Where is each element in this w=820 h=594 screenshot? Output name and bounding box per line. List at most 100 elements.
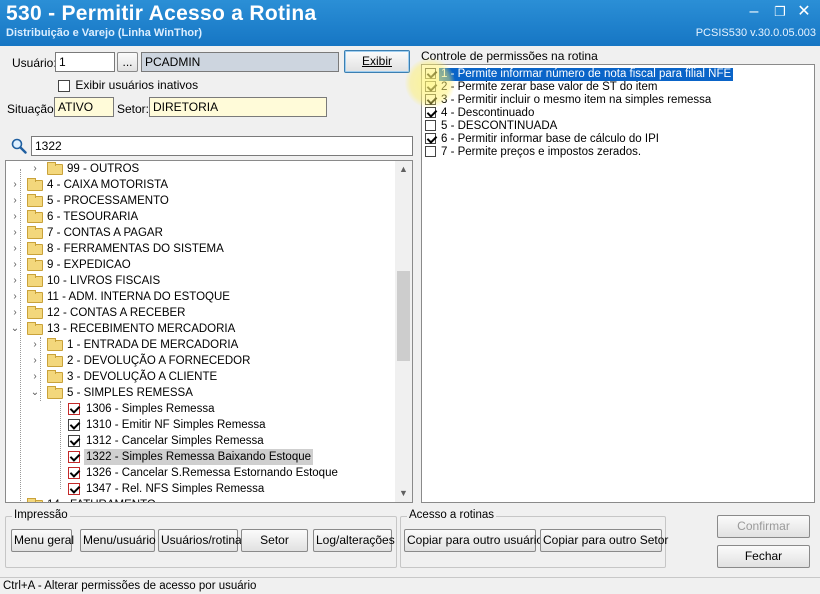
tree-routine[interactable]: 1310 - Emitir NF Simples Remessa (6, 417, 394, 433)
tree-routine[interactable]: 1312 - Cancelar Simples Remessa (6, 433, 394, 449)
permission-item[interactable]: 3 - Permitir incluir o mesmo item na sim… (424, 94, 812, 107)
folder-icon (27, 194, 43, 207)
search-input[interactable]: 1322 (31, 136, 413, 156)
copy-to-sector-button[interactable]: Copiar para outro Setor (540, 529, 668, 552)
window-title: 530 - Permitir Acesso a Rotina (6, 2, 317, 25)
routine-checkbox[interactable] (68, 483, 80, 495)
folder-icon (27, 290, 43, 303)
folder-icon (27, 274, 43, 287)
user-code-input[interactable]: 1 (55, 52, 115, 72)
folder-icon (27, 178, 43, 191)
permission-item[interactable]: 6 - Permitir informar base de cálculo do… (424, 133, 812, 146)
expand-icon[interactable]: › (10, 305, 20, 321)
expand-icon[interactable]: › (10, 193, 20, 209)
close-button[interactable]: Fechar (717, 545, 810, 568)
tree-routine[interactable]: 1322 - Simples Remessa Baixando Estoque (6, 449, 394, 465)
tree-folder[interactable]: › 4 - CAIXA MOTORISTA (6, 177, 394, 193)
permission-checkbox[interactable] (425, 146, 436, 157)
inactive-users-checkbox[interactable] (58, 79, 70, 92)
permission-item[interactable]: 7 - Permite preços e impostos zerados. (424, 146, 812, 159)
routine-checkbox[interactable] (68, 467, 80, 479)
tree-folder[interactable]: › 5 - PROCESSAMENTO (6, 193, 394, 209)
user-lookup-button[interactable]: ... (117, 52, 138, 72)
expand-icon[interactable]: › (30, 161, 40, 177)
tree-folder[interactable]: › 8 - FERRAMENTAS DO SISTEMA (6, 241, 394, 257)
expand-icon[interactable]: › (10, 497, 20, 502)
tree-folder[interactable]: › 9 - EXPEDICAO (6, 257, 394, 273)
restore-icon[interactable]: ❐ (768, 2, 792, 22)
status-bar: Ctrl+A - Alterar permissões de acesso po… (0, 577, 820, 594)
tree-guide-line (40, 337, 41, 401)
confirm-button[interactable]: Confirmar (717, 515, 810, 538)
inactive-users-toggle[interactable]: Exibir usuários inativos (58, 78, 198, 92)
expand-icon[interactable]: › (10, 177, 20, 193)
permission-label: 6 - Permitir informar base de cálculo do… (441, 133, 659, 145)
tree-routine[interactable]: 1326 - Cancelar S.Remessa Estornando Est… (6, 465, 394, 481)
routine-checkbox[interactable] (68, 435, 80, 447)
tree-folder[interactable]: › 3 - DEVOLUÇÃO A CLIENTE (6, 369, 394, 385)
expand-icon[interactable]: › (10, 209, 20, 225)
tree-folder[interactable]: › 99 - OUTROS (6, 161, 394, 177)
tree-scrollbar[interactable]: ▲ ▼ (395, 161, 412, 502)
permission-checkbox[interactable] (425, 107, 436, 118)
tree-label: 2 - DEVOLUÇÃO A FORNECEDOR (67, 355, 251, 367)
usuarios-rotina-button[interactable]: Usuários/rotina (158, 529, 242, 552)
routine-checkbox[interactable] (68, 403, 80, 415)
expand-icon[interactable]: › (10, 225, 20, 241)
expand-icon[interactable]: › (30, 353, 40, 369)
menu-usuario-button[interactable]: Menu/usuário (80, 529, 156, 552)
permission-item[interactable]: 5 - DESCONTINUADA (424, 120, 812, 133)
permission-item[interactable]: 4 - Descontinuado (424, 107, 812, 120)
tree-folder[interactable]: › 6 - TESOURARIA (6, 209, 394, 225)
show-button[interactable]: Exibir (344, 50, 410, 73)
expand-icon[interactable]: › (10, 289, 20, 305)
folder-icon (27, 498, 43, 502)
expand-icon[interactable]: › (30, 369, 40, 385)
permission-checkbox[interactable] (425, 133, 436, 144)
permission-item[interactable]: 1 - Permite informar número de nota fisc… (424, 68, 812, 81)
permission-checkbox[interactable] (425, 81, 436, 92)
tree-folder[interactable]: › 10 - LIVROS FISCAIS (6, 273, 394, 289)
scroll-thumb[interactable] (397, 271, 410, 361)
tree-folder[interactable]: ⌄ 5 - SIMPLES REMESSA (6, 385, 394, 401)
tree-guide-line (60, 401, 61, 489)
tree-folder[interactable]: ⌄ 13 - RECEBIMENTO MERCADORIA (6, 321, 394, 337)
tree-label: 1 - ENTRADA DE MERCADORIA (67, 339, 239, 351)
log-alteracoes-button[interactable]: Log/alterações (313, 529, 395, 552)
tree-folder[interactable]: › 1 - ENTRADA DE MERCADORIA (6, 337, 394, 353)
tree-folder[interactable]: › 7 - CONTAS A PAGAR (6, 225, 394, 241)
menu-geral-button[interactable]: Menu geral (11, 529, 74, 552)
permission-checkbox[interactable] (425, 94, 436, 105)
routine-checkbox[interactable] (68, 451, 80, 463)
tree-folder[interactable]: › 11 - ADM. INTERNA DO ESTOQUE (6, 289, 394, 305)
user-name-field: PCADMIN (141, 52, 339, 72)
tree-label: 13 - RECEBIMENTO MERCADORIA (47, 323, 236, 335)
expand-icon[interactable]: › (10, 273, 20, 289)
collapse-icon[interactable]: ⌄ (30, 385, 40, 401)
permission-label: 7 - Permite preços e impostos zerados. (441, 146, 642, 158)
tree-routine[interactable]: 1347 - Rel. NFS Simples Remessa (6, 481, 394, 497)
copy-to-user-button[interactable]: Copiar para outro usuário (404, 529, 543, 552)
permission-checkbox[interactable] (425, 68, 436, 79)
scroll-up-icon[interactable]: ▲ (395, 161, 412, 178)
folder-icon (27, 322, 43, 335)
tree-folder[interactable]: › 12 - CONTAS A RECEBER (6, 305, 394, 321)
tree-label: 6 - TESOURARIA (47, 211, 139, 223)
minimize-icon[interactable]: – (742, 2, 766, 22)
close-icon[interactable]: ✕ (792, 2, 816, 22)
expand-icon[interactable]: › (30, 337, 40, 353)
routine-checkbox[interactable] (68, 419, 80, 431)
expand-icon[interactable]: › (10, 241, 20, 257)
permissions-list[interactable]: 1 - Permite informar número de nota fisc… (421, 64, 815, 503)
tree-folder[interactable]: › 2 - DEVOLUÇÃO A FORNECEDOR (6, 353, 394, 369)
tree-folder[interactable]: › 14 - FATURAMENTO (6, 497, 394, 502)
permission-item[interactable]: 2 - Permite zerar base valor de ST do it… (424, 81, 812, 94)
routine-tree[interactable]: › 99 - OUTROS › 4 - CAIXA MOTORISTA › 5 - PRO… (5, 160, 413, 503)
window-subtitle: Distribuição e Varejo (Linha WinThor) (6, 27, 203, 39)
setor-button[interactable]: Setor (241, 529, 308, 552)
permission-checkbox[interactable] (425, 120, 436, 131)
collapse-icon[interactable]: ⌄ (10, 321, 20, 337)
scroll-down-icon[interactable]: ▼ (395, 485, 412, 502)
tree-routine[interactable]: 1306 - Simples Remessa (6, 401, 394, 417)
expand-icon[interactable]: › (10, 257, 20, 273)
